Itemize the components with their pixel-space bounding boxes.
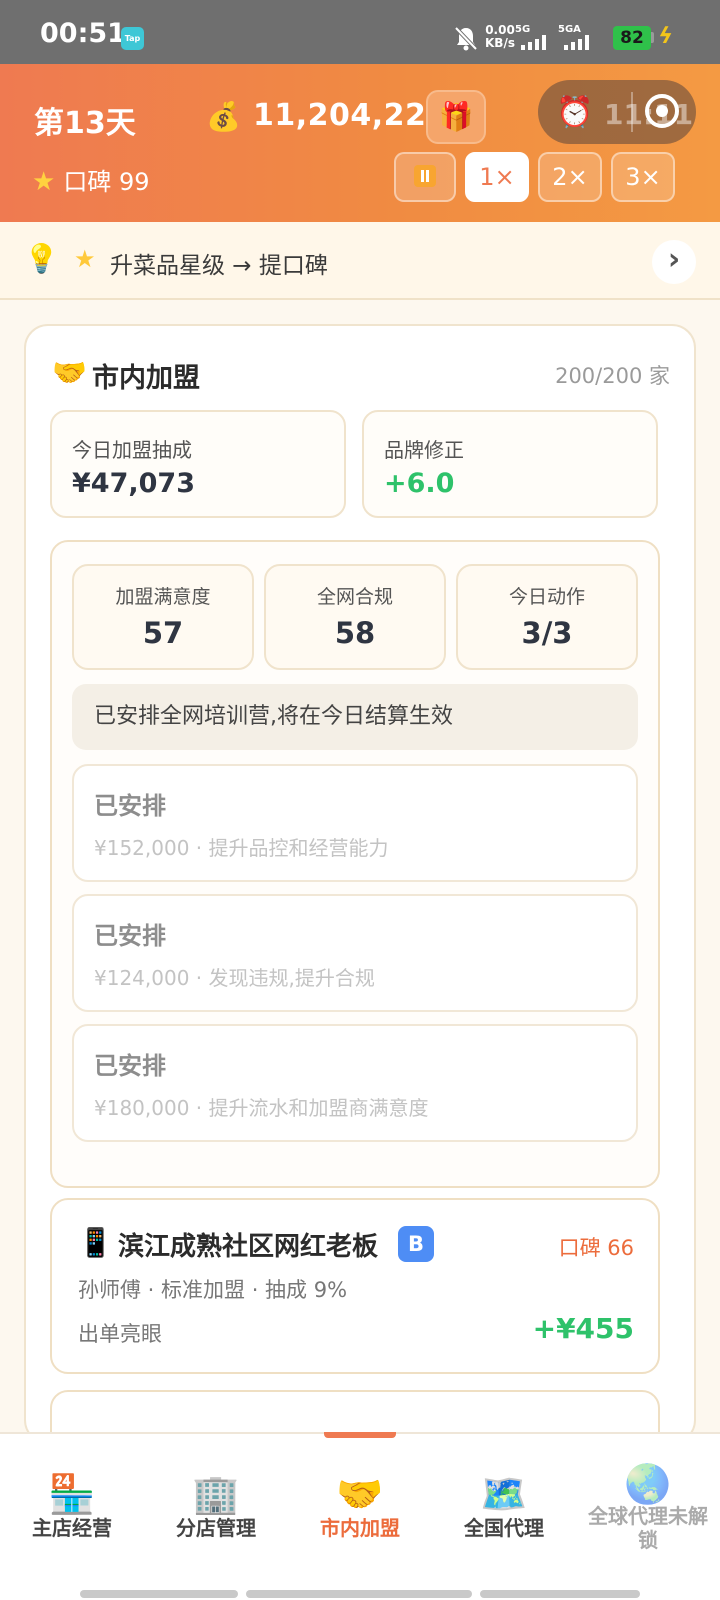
metric-satisfaction: 加盟满意度 57 — [72, 564, 254, 670]
franchise-card: 🤝 市内加盟 200/200 家 今日加盟抽成 ¥47,073 品牌修正 +6.… — [24, 324, 696, 1444]
brand-label: 品牌修正 — [384, 438, 464, 462]
tip-bar[interactable]: 💡 ★ 升菜品星级 → 提口碑 › — [0, 222, 720, 300]
game-header: 第13天 💰 11,204,224 🎁 ⏰ 11:11 ★ 口碑 99 1× 2×… — [0, 64, 720, 222]
metric-label: 全网合规 — [316, 586, 393, 608]
franchisee-meta: 孙师傅 · 标准加盟 · 抽成 9% — [78, 1278, 348, 1302]
globe-icon: 🌏 — [624, 1462, 672, 1506]
gesture-bar — [80, 1590, 238, 1598]
nav-label: 全球代理未解锁 — [588, 1504, 708, 1552]
status-time: 00:51 — [40, 18, 126, 49]
status-bar: 00:51 Tap 0.00 KB/s 5G 5GA 82 ϟ — [0, 0, 720, 64]
signal-5ga-icon: 5GA — [558, 24, 602, 54]
nav-city-franchise[interactable]: 🤝 市内加盟 — [288, 1434, 432, 1554]
nav-label: 分店管理 — [176, 1516, 256, 1540]
pause-button[interactable] — [394, 152, 456, 202]
action-cost: ¥124,000 — [94, 966, 190, 990]
metric-compliance: 全网合规 58 — [264, 564, 446, 670]
handshake-icon: 🤝 — [336, 1472, 384, 1516]
metric-value: 58 — [334, 616, 376, 650]
timer-pill[interactable]: ⏰ 11:11 — [538, 80, 696, 144]
star-icon: ★ — [74, 245, 96, 273]
chevron-right-icon[interactable]: › — [652, 240, 696, 284]
nav-global-agent-locked[interactable]: 🌏 全球代理未解锁 — [576, 1434, 720, 1554]
franchisee-card[interactable]: 📱 滨江成熟社区网红老板 B 口碑 66 孙师傅 · 标准加盟 · 抽成 9% … — [50, 1198, 660, 1374]
commission-label: 今日加盟抽成 — [72, 438, 192, 462]
battery-level: 82 — [613, 26, 651, 50]
money-bag-icon: 💰 — [206, 100, 241, 133]
action-card[interactable]: 已安排 ¥152,000 · 提升品控和经营能力 — [72, 764, 638, 882]
rating-label: 口碑 99 — [63, 168, 150, 196]
action-subtitle: ¥180,000 · 提升流水和加盟商满意度 — [94, 1096, 429, 1120]
action-subtitle: ¥124,000 · 发现违规,提升合规 — [94, 966, 375, 990]
notice-banner: 已安排全网培训营,将在今日结算生效 — [72, 684, 638, 750]
nav-national-agent[interactable]: 🗺️ 全国代理 — [432, 1434, 576, 1554]
speed-1x-button[interactable]: 1× — [465, 152, 529, 202]
nav-label: 市内加盟 — [320, 1516, 400, 1540]
rating: ★ 口碑 99 — [32, 162, 149, 197]
speed-2x-button[interactable]: 2× — [538, 152, 602, 202]
star-icon: ★ — [32, 167, 56, 197]
franchisee-rating: 口碑 66 — [558, 1236, 634, 1260]
action-title: 已安排 — [94, 1052, 166, 1080]
timer-divider — [631, 92, 633, 132]
gesture-bar — [480, 1590, 640, 1598]
action-title: 已安排 — [94, 922, 166, 950]
metric-actions: 今日动作 3/3 — [456, 564, 638, 670]
money-balance: 11,204,224 — [253, 98, 448, 133]
brand-value: +6.0 — [384, 468, 455, 499]
mobile-phone-icon: 📱 — [78, 1226, 113, 1259]
tip-text: 升菜品星级 → 提口碑 — [110, 253, 328, 279]
battery-tip — [651, 32, 654, 43]
action-desc: 发现违规,提升合规 — [208, 966, 375, 990]
net-speed: 0.00 KB/s — [485, 24, 515, 50]
brand-box: 品牌修正 +6.0 — [362, 410, 658, 518]
nav-main-store[interactable]: 🏪 主店经营 — [0, 1434, 144, 1554]
tap-app-icon: Tap — [121, 27, 144, 50]
commission-value: ¥47,073 — [72, 468, 195, 499]
section-title: 市内加盟 — [92, 363, 200, 394]
day-counter: 第13天 — [34, 106, 136, 141]
speed-3x-button[interactable]: 3× — [611, 152, 675, 202]
record-icon[interactable] — [645, 94, 679, 128]
mute-bell-icon — [454, 26, 478, 51]
action-desc: 提升流水和加盟商满意度 — [208, 1096, 429, 1120]
tier-badge: B — [398, 1226, 434, 1262]
franchisee-name: 滨江成熟社区网红老板 — [118, 1232, 379, 1262]
gift-button[interactable]: 🎁 — [426, 90, 486, 144]
action-desc: 提升品控和经营能力 — [208, 836, 389, 860]
pause-icon — [414, 165, 436, 187]
franchisee-income: +¥455 — [532, 1312, 634, 1345]
gift-icon: 🎁 — [438, 100, 474, 133]
map-icon: 🗺️ — [480, 1472, 528, 1516]
action-title: 已安排 — [94, 792, 166, 820]
convenience-store-icon: 🏪 — [48, 1472, 96, 1516]
office-building-icon: 🏢 — [192, 1472, 240, 1516]
metric-label: 今日动作 — [508, 586, 585, 608]
net-speed-unit: KB/s — [485, 36, 515, 50]
alarm-clock-icon: ⏰ — [556, 95, 594, 130]
metric-label: 加盟满意度 — [115, 586, 211, 608]
action-cost: ¥180,000 — [94, 1096, 190, 1120]
bottom-nav: 🏪 主店经营 🏢 分店管理 🤝 市内加盟 🗺️ 全国代理 🌏 全球代理未解锁 — [0, 1432, 720, 1600]
charging-bolt-icon: ϟ — [655, 24, 676, 49]
action-subtitle: ¥152,000 · 提升品控和经营能力 — [94, 836, 389, 860]
action-card[interactable]: 已安排 ¥124,000 · 发现违规,提升合规 — [72, 894, 638, 1012]
action-card[interactable]: 已安排 ¥180,000 · 提升流水和加盟商满意度 — [72, 1024, 638, 1142]
franchise-count: 200/200 家 — [555, 364, 670, 388]
handshake-icon: 🤝 — [52, 356, 87, 389]
metric-value: 57 — [142, 616, 184, 650]
light-bulb-icon: 💡 — [24, 242, 59, 275]
nav-label: 主店经营 — [32, 1516, 112, 1540]
commission-box: 今日加盟抽成 ¥47,073 — [50, 410, 346, 518]
nav-branch[interactable]: 🏢 分店管理 — [144, 1434, 288, 1554]
signal-5g-icon: 5G — [515, 24, 559, 54]
franchisee-note: 出单亮眼 — [78, 1322, 162, 1346]
gesture-bar — [246, 1590, 472, 1598]
metric-value: 3/3 — [521, 616, 573, 650]
action-cost: ¥152,000 — [94, 836, 190, 860]
operations-panel: 加盟满意度 57 全网合规 58 今日动作 3/3 已安排全网培训营,将在今日结… — [50, 540, 660, 1188]
nav-label: 全国代理 — [464, 1516, 544, 1540]
